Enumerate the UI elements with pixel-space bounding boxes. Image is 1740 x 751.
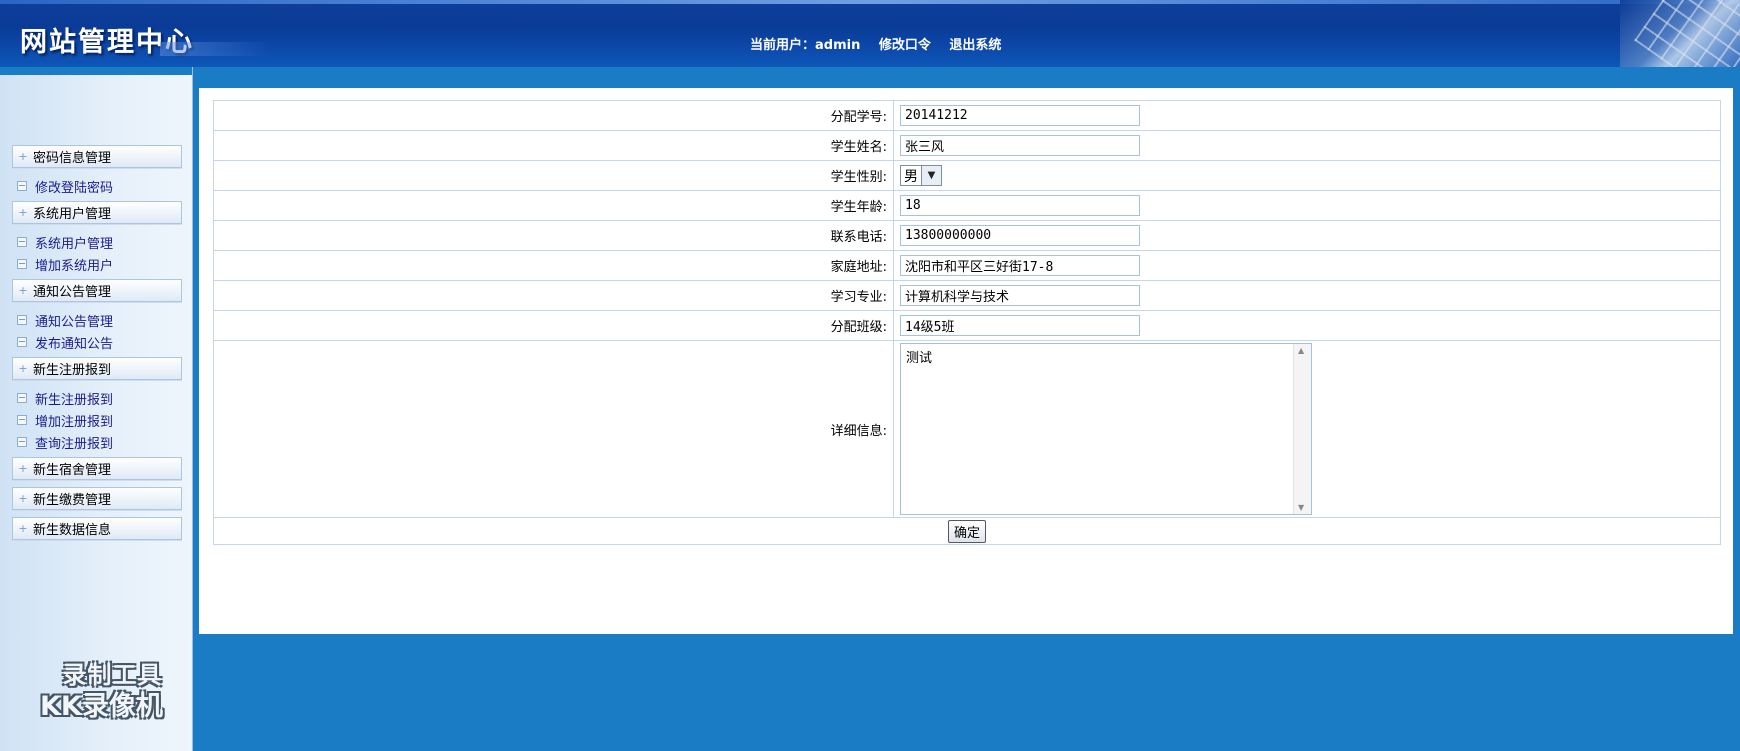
sidebar-group-4[interactable]: + 新生宿舍管理 — [12, 457, 182, 480]
form-label: 分配班级: — [213, 310, 894, 341]
detail-label: 详细信息: — [213, 340, 894, 518]
form-label: 分配学号: — [213, 100, 894, 131]
sidebar-item-label: 修改登陆密码 — [35, 180, 114, 196]
gender-select-value: 男 — [904, 168, 918, 185]
main-panel: 分配学号: 20141212 学生姓名: 张三风 学生性别: 男 ▼ 学生年龄: 18 联系电话:… — [199, 88, 1733, 634]
plus-icon: + — [18, 150, 28, 163]
minus-icon — [17, 181, 27, 191]
form-row: 分配学号: 20141212 — [213, 100, 1721, 131]
form-row: 学生年龄: 18 — [213, 190, 1721, 221]
minus-icon — [17, 259, 27, 269]
sidebar-group-label: 密码信息管理 — [33, 151, 112, 166]
form-row-detail: 详细信息: 测试 ▲ ▼ — [213, 340, 1721, 518]
plus-icon: + — [18, 362, 28, 375]
form-input[interactable]: 20141212 — [900, 105, 1140, 126]
sidebar-item[interactable]: 查询注册报到 — [12, 431, 182, 453]
minus-icon — [17, 237, 27, 247]
form-input[interactable]: 14级5班 — [900, 315, 1140, 336]
textarea-scrollbar[interactable]: ▲ ▼ — [1293, 344, 1311, 514]
sidebar: + 密码信息管理 修改登陆密码 + 系统用户管理 系统用户管理 增加系统用户 + 通知公告管理通… — [0, 67, 193, 751]
watermark-line1: 录制工具 — [62, 661, 163, 689]
sidebar-group-5[interactable]: + 新生缴费管理 — [12, 487, 182, 510]
sidebar-item[interactable]: 增加系统用户 — [12, 253, 182, 275]
form-input[interactable]: 13800000000 — [900, 225, 1140, 246]
title-glow-decoration — [160, 42, 270, 56]
submit-button[interactable]: 确定 — [947, 519, 986, 543]
form-row: 联系电话: 13800000000 — [213, 220, 1721, 251]
sidebar-item[interactable]: 新生注册报到 — [12, 387, 182, 409]
form-row: 家庭地址: 沈阳市和平区三好街17-8 — [213, 250, 1721, 281]
logout-link[interactable]: 退出系统 — [949, 38, 1001, 53]
form-row: 学习专业: 计算机科学与技术 — [213, 280, 1721, 311]
plus-icon: + — [18, 492, 28, 505]
user-bar: 当前用户：admin 修改口令 退出系统 — [750, 34, 1015, 53]
sidebar-item[interactable]: 系统用户管理 — [12, 231, 182, 253]
minus-icon — [17, 415, 27, 425]
sidebar-group-label: 新生注册报到 — [33, 363, 112, 378]
watermark-line2: KK录像机 — [40, 691, 163, 722]
minus-icon — [17, 337, 27, 347]
sidebar-item-label: 通知公告管理 — [35, 314, 114, 330]
watermark: 录制工具 KK录像机 — [40, 659, 163, 723]
chevron-down-icon[interactable]: ▼ — [921, 166, 941, 185]
plus-icon: + — [18, 206, 28, 219]
sidebar-group-2[interactable]: + 通知公告管理 — [12, 279, 182, 302]
form-label: 学习专业: — [213, 280, 894, 311]
sidebar-group-3[interactable]: + 新生注册报到 — [12, 357, 182, 380]
sidebar-item[interactable]: 增加注册报到 — [12, 409, 182, 431]
sidebar-item-label: 查询注册报到 — [35, 436, 114, 452]
sidebar-group-label: 系统用户管理 — [33, 207, 112, 222]
form-row: 分配班级: 14级5班 — [213, 310, 1721, 341]
sidebar-item[interactable]: 修改登陆密码 — [12, 175, 182, 197]
minus-icon — [17, 437, 27, 447]
sidebar-menu: + 密码信息管理 修改登陆密码 + 系统用户管理 系统用户管理 增加系统用户 + 通知公告管理通… — [12, 145, 182, 547]
change-password-link[interactable]: 修改口令 — [879, 38, 931, 53]
minus-icon — [17, 315, 27, 325]
form-row: 学生姓名: 张三风 — [213, 130, 1721, 161]
detail-textarea[interactable]: 测试 ▲ ▼ — [900, 343, 1312, 515]
form-row: 学生性别: 男 ▼ — [213, 160, 1721, 191]
sidebar-group-6[interactable]: + 新生数据信息 — [12, 517, 182, 540]
form-label: 学生姓名: — [213, 130, 894, 161]
plus-icon: + — [18, 522, 28, 535]
sidebar-group-label: 通知公告管理 — [33, 285, 112, 300]
form-label: 家庭地址: — [213, 250, 894, 281]
form-input[interactable]: 计算机科学与技术 — [900, 285, 1140, 306]
sidebar-group-label: 新生数据信息 — [33, 523, 112, 538]
sidebar-item[interactable]: 通知公告管理 — [12, 309, 182, 331]
sidebar-item-label: 新生注册报到 — [35, 392, 114, 408]
sidebar-item-label: 增加系统用户 — [35, 258, 114, 274]
student-form: 分配学号: 20141212 学生姓名: 张三风 学生性别: 男 ▼ 学生年龄: 18 联系电话:… — [213, 100, 1721, 545]
sidebar-item[interactable]: 发布通知公告 — [12, 331, 182, 353]
plus-icon: + — [18, 284, 28, 297]
form-label: 学生年龄: — [213, 190, 894, 221]
gender-select[interactable]: 男 ▼ — [900, 165, 942, 186]
sidebar-item-label: 系统用户管理 — [35, 236, 114, 252]
form-label: 学生性别: — [213, 160, 894, 191]
scroll-up-icon[interactable]: ▲ — [1298, 346, 1304, 355]
form-input[interactable]: 18 — [900, 195, 1140, 216]
corner-decoration — [1620, 0, 1740, 67]
header: 网站管理中心 当前用户：admin 修改口令 退出系统 — [0, 0, 1740, 67]
form-submit-row: 确定 — [213, 517, 1721, 545]
current-user-label: 当前用户：admin — [750, 38, 861, 53]
sidebar-group-1[interactable]: + 系统用户管理 — [12, 201, 182, 224]
sidebar-item-label: 发布通知公告 — [35, 336, 114, 352]
minus-icon — [17, 393, 27, 403]
plus-icon: + — [18, 462, 28, 475]
header-top-strip — [0, 0, 1740, 4]
sidebar-group-0[interactable]: + 密码信息管理 — [12, 145, 182, 168]
sidebar-group-label: 新生宿舍管理 — [33, 463, 112, 478]
form-input[interactable]: 沈阳市和平区三好街17-8 — [900, 255, 1140, 276]
sidebar-item-label: 增加注册报到 — [35, 414, 114, 430]
form-label: 联系电话: — [213, 220, 894, 251]
sidebar-group-label: 新生缴费管理 — [33, 493, 112, 508]
form-input[interactable]: 张三风 — [900, 135, 1140, 156]
detail-text: 测试 — [906, 351, 933, 366]
scroll-down-icon[interactable]: ▼ — [1298, 503, 1304, 512]
